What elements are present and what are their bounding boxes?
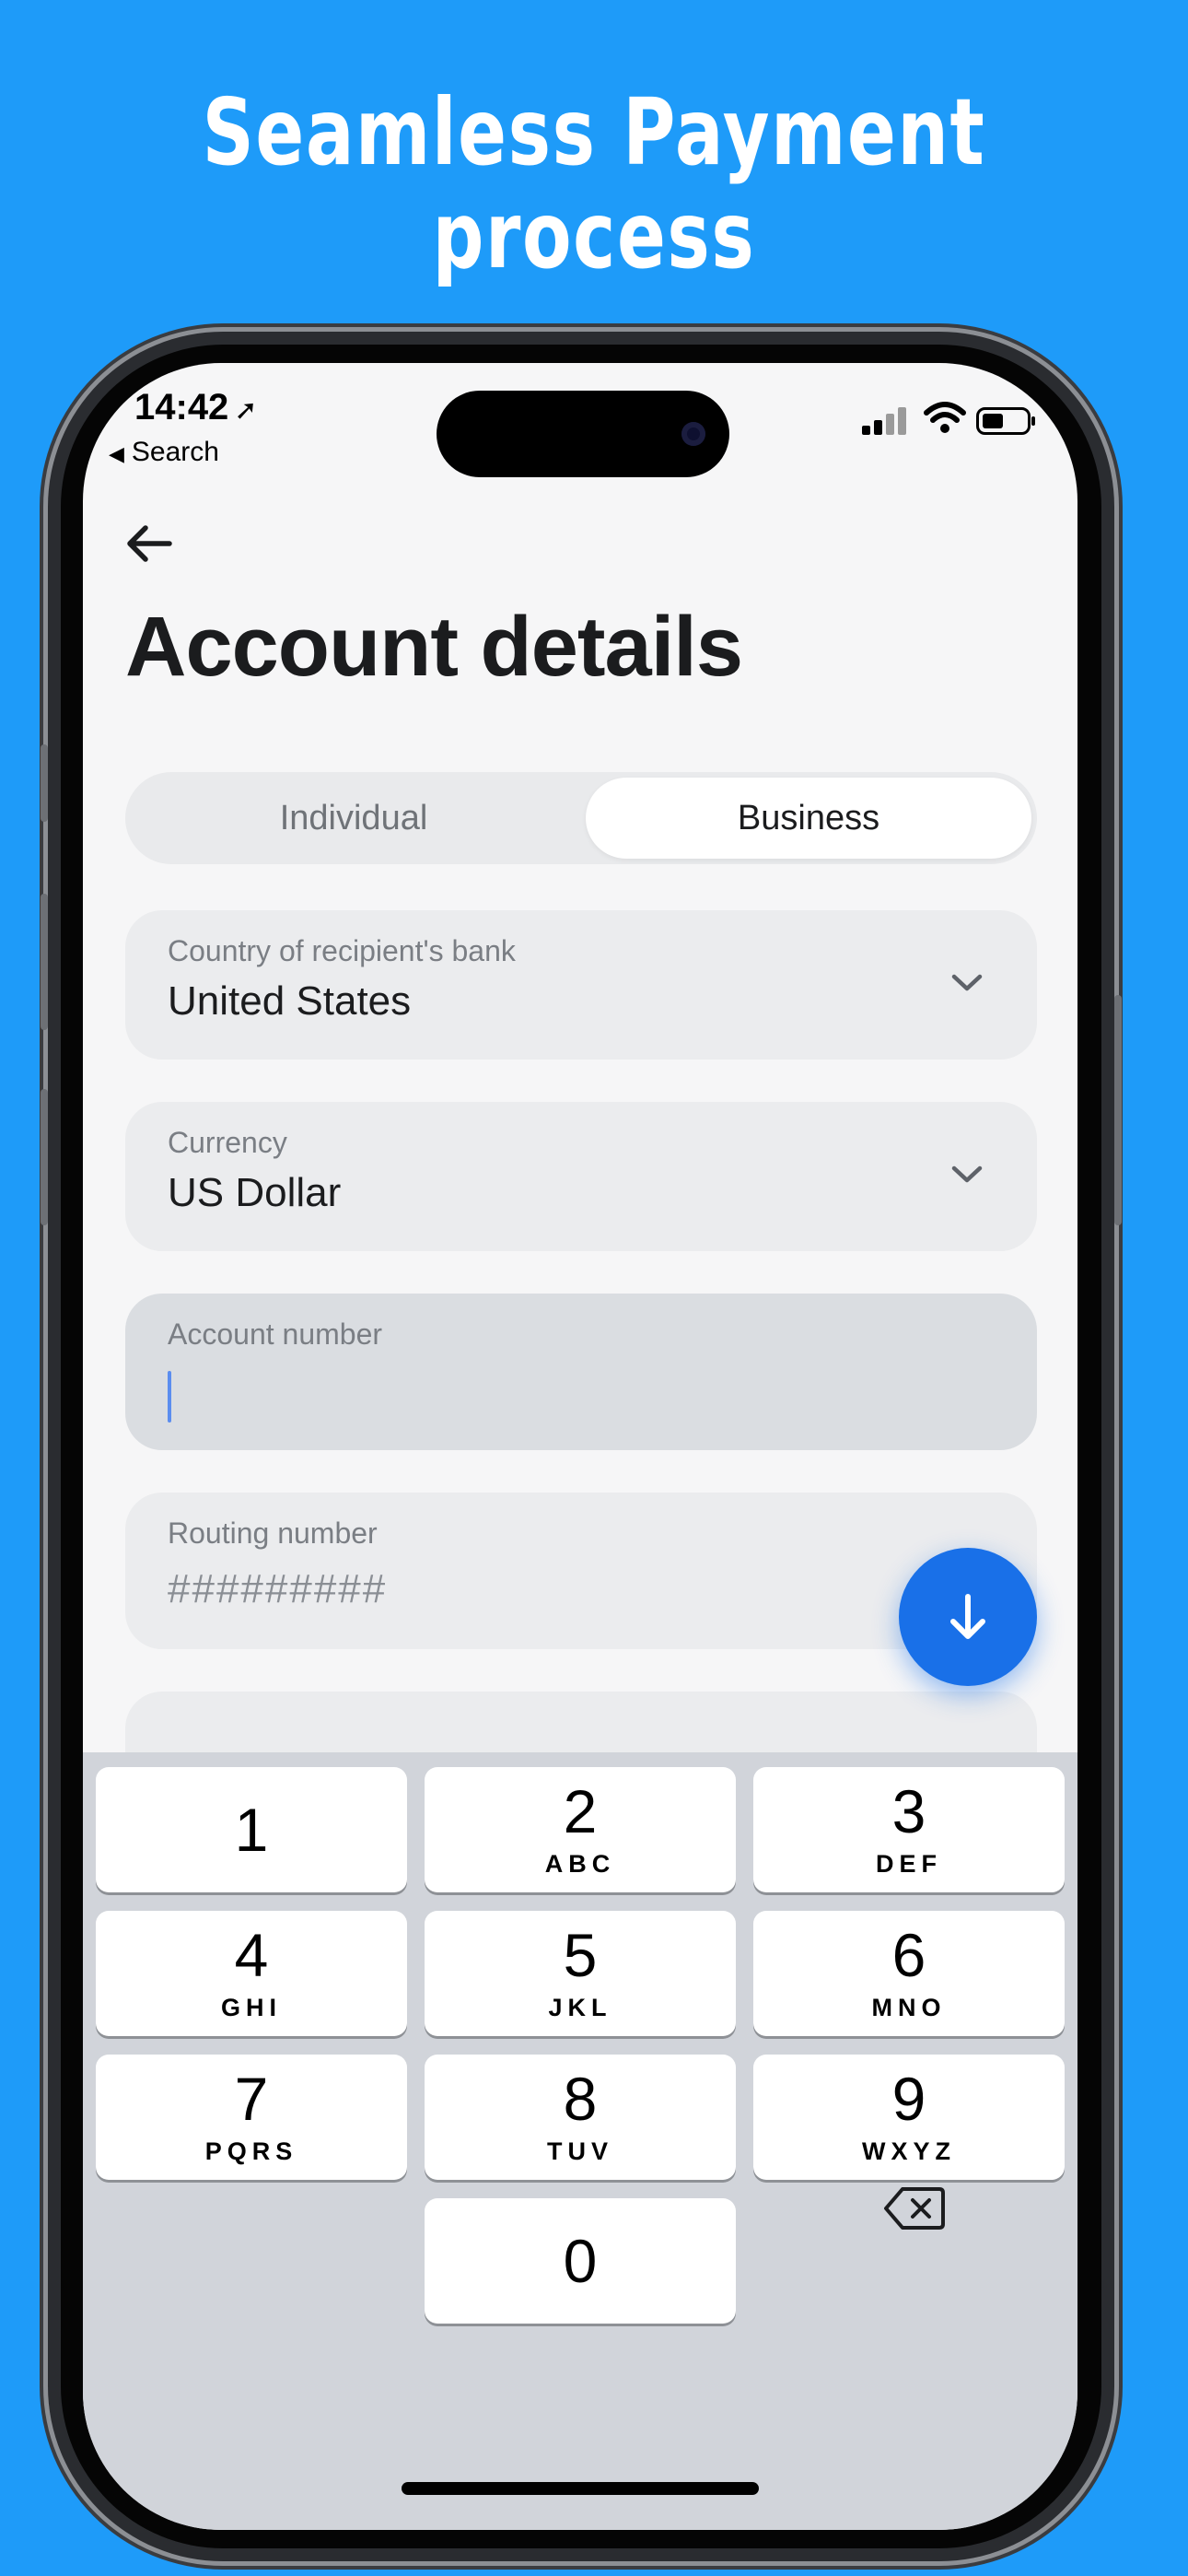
key-9-letters: WXYZ bbox=[862, 2137, 956, 2165]
text-caret bbox=[168, 1371, 171, 1423]
status-time-text: 14:42 bbox=[134, 387, 229, 427]
key-2-letters: ABC bbox=[544, 1850, 616, 1878]
key-6-letters: MNO bbox=[871, 1994, 947, 2021]
key-3[interactable]: 3 DEF bbox=[753, 1767, 1065, 1892]
back-triangle-icon: ◀ bbox=[109, 442, 124, 465]
key-5-letters: JKL bbox=[548, 1994, 612, 2021]
account-number-label: Account number bbox=[168, 1317, 383, 1351]
status-back-label: Search bbox=[131, 437, 219, 467]
tab-individual[interactable]: Individual bbox=[131, 778, 577, 859]
status-time: 14:42 ➚ bbox=[134, 387, 257, 428]
key-2-digit: 2 bbox=[563, 1777, 598, 1845]
phone-volume-down-button bbox=[41, 1089, 48, 1225]
page-title: Account details bbox=[125, 600, 743, 694]
key-7-digit: 7 bbox=[234, 2065, 269, 2133]
key-1[interactable]: 1 bbox=[96, 1767, 407, 1892]
country-select[interactable]: Country of recipient's bank United State… bbox=[125, 910, 1037, 1060]
location-arrow-icon: ➚ bbox=[234, 395, 258, 426]
currency-label: Currency bbox=[168, 1126, 287, 1159]
scroll-down-button[interactable] bbox=[899, 1548, 1037, 1686]
phone-side-button bbox=[41, 744, 48, 822]
key-7-letters: PQRS bbox=[204, 2137, 298, 2165]
currency-select[interactable]: Currency US Dollar bbox=[125, 1102, 1037, 1251]
key-5-digit: 5 bbox=[563, 1921, 598, 1989]
key-4-digit: 4 bbox=[234, 1921, 269, 1989]
key-8-letters: TUV bbox=[547, 2137, 613, 2165]
marketing-headline: Seamless Payment process bbox=[131, 81, 1057, 287]
key-3-letters: DEF bbox=[876, 1850, 942, 1878]
account-type-toggle: Individual Business bbox=[125, 772, 1037, 864]
key-9[interactable]: 9 WXYZ bbox=[753, 2055, 1065, 2180]
account-number-field[interactable]: Account number bbox=[125, 1294, 1037, 1450]
routing-number-placeholder: ######### bbox=[168, 1566, 388, 1611]
key-7[interactable]: 7 PQRS bbox=[96, 2055, 407, 2180]
key-6[interactable]: 6 MNO bbox=[753, 1911, 1065, 2036]
key-8-digit: 8 bbox=[563, 2065, 598, 2133]
dynamic-island bbox=[437, 391, 729, 477]
key-0-digit: 0 bbox=[563, 2227, 598, 2295]
key-4-letters: GHI bbox=[220, 1994, 282, 2021]
status-back-link[interactable]: ◀ Search bbox=[109, 437, 219, 468]
backspace-icon[interactable] bbox=[882, 2185, 947, 2231]
key-8[interactable]: 8 TUV bbox=[425, 2055, 736, 2180]
back-arrow-icon[interactable] bbox=[122, 516, 177, 571]
key-4[interactable]: 4 GHI bbox=[96, 1911, 407, 2036]
routing-number-label: Routing number bbox=[168, 1516, 378, 1550]
key-6-digit: 6 bbox=[891, 1921, 926, 1989]
key-9-digit: 9 bbox=[891, 2065, 926, 2133]
currency-value: US Dollar bbox=[168, 1170, 342, 1215]
chevron-down-icon bbox=[951, 974, 983, 991]
key-2[interactable]: 2 ABC bbox=[425, 1767, 736, 1892]
key-0[interactable]: 0 bbox=[425, 2198, 736, 2324]
country-value: United States bbox=[168, 978, 412, 1024]
key-3-digit: 3 bbox=[891, 1777, 926, 1845]
battery-icon bbox=[976, 407, 1035, 435]
key-5[interactable]: 5 JKL bbox=[425, 1911, 736, 2036]
phone-screen: 14:42 ➚ ◀ Search Account details Individua… bbox=[83, 363, 1077, 2530]
home-indicator[interactable] bbox=[402, 2482, 759, 2495]
phone-power-button bbox=[1114, 995, 1122, 1225]
arrow-down-icon bbox=[950, 1594, 985, 1639]
key-1-digit: 1 bbox=[234, 1796, 269, 1864]
signal-icon bbox=[862, 407, 906, 435]
wifi-icon bbox=[924, 402, 966, 433]
tab-business[interactable]: Business bbox=[586, 778, 1031, 859]
phone-volume-up-button bbox=[41, 894, 48, 1030]
headline-line-2: process bbox=[432, 181, 756, 289]
country-label: Country of recipient's bank bbox=[168, 934, 516, 967]
chevron-down-icon bbox=[951, 1165, 983, 1183]
front-camera bbox=[681, 422, 705, 446]
headline-line-1: Seamless Payment bbox=[202, 78, 986, 186]
